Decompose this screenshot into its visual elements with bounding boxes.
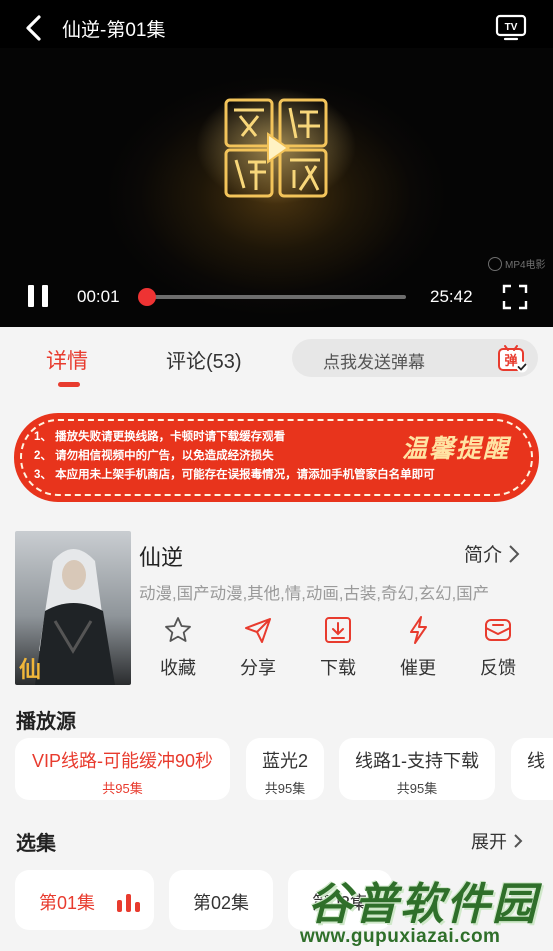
expand-button[interactable]: 展开 bbox=[471, 828, 523, 854]
expand-label: 展开 bbox=[471, 832, 507, 852]
site-watermark-name: 谷普软件园 bbox=[308, 880, 538, 929]
now-playing-icon bbox=[117, 894, 145, 912]
source-item[interactable]: VIP线路-可能缓冲90秒 共95集 bbox=[15, 738, 230, 800]
detail-tabs: 详情 评论(53) 点我发送弹幕 弹 bbox=[0, 327, 553, 401]
action-label: 分享 bbox=[240, 658, 276, 678]
notice-lines: 1、 播放失败请更换线路，卡顿时请下载缓存观看 2、 请勿相信视频中的广告，以免… bbox=[34, 428, 435, 485]
star-icon bbox=[165, 617, 191, 642]
action-label: 收藏 bbox=[160, 658, 196, 678]
player-topbar: 仙逆-第01集 TV bbox=[0, 0, 553, 56]
show-tags: 动漫,国产动漫,其他,情,动画,古装,奇幻,玄幻,国产 bbox=[139, 585, 490, 603]
tv-cast-icon[interactable]: TV bbox=[495, 13, 527, 43]
current-time: 00:01 bbox=[77, 287, 120, 306]
source-item[interactable]: 线 bbox=[511, 738, 553, 800]
video-player[interactable]: 仙逆-第01集 TV MP4电影 00:01 25:42 bbox=[0, 0, 553, 327]
source-item[interactable]: 线路1-支持下载 共95集 bbox=[339, 738, 495, 800]
share-icon bbox=[245, 618, 271, 643]
tab-comments[interactable]: 评论(53) bbox=[166, 345, 242, 374]
source-name: 线 bbox=[527, 751, 545, 771]
svg-text:仙: 仙 bbox=[19, 657, 41, 683]
show-title: 仙逆 bbox=[139, 545, 184, 570]
danmu-placeholder: 点我发送弹幕 bbox=[323, 353, 425, 372]
player-watermark: MP4电影 bbox=[488, 256, 546, 271]
notice-banner: 1、 播放失败请更换线路，卡顿时请下载缓存观看 2、 请勿相信视频中的广告，以免… bbox=[14, 413, 539, 502]
seek-thumb[interactable] bbox=[138, 288, 156, 306]
episode-label: 第02集 bbox=[193, 893, 250, 913]
source-name: 蓝光2 bbox=[261, 751, 308, 771]
show-info: 仙 仙逆 简介 动漫,国产动漫,其他,情,动画,古装,奇幻,玄幻,国产 收藏 分… bbox=[0, 517, 553, 693]
feedback-icon bbox=[485, 619, 511, 641]
notice-line: 1、 播放失败请更换线路，卡顿时请下载缓存观看 bbox=[34, 431, 286, 443]
favorite-button[interactable]: 收藏 bbox=[148, 615, 208, 680]
intro-button[interactable]: 简介 bbox=[464, 540, 520, 567]
notice-line: 3、 本应用未上架手机商店，可能存在误报毒情况，请添加手机管家白名单即可 bbox=[34, 469, 435, 481]
episode-item[interactable]: 第02集 bbox=[169, 870, 273, 930]
episodes-title: 选集 bbox=[16, 833, 56, 855]
source-name: 线路1-支持下载 bbox=[354, 751, 479, 771]
player-controls: 00:01 25:42 bbox=[0, 276, 553, 318]
total-time: 25:42 bbox=[430, 287, 473, 306]
source-name: VIP线路-可能缓冲90秒 bbox=[31, 751, 214, 771]
urge-update-button[interactable]: 催更 bbox=[388, 615, 448, 680]
sources-title: 播放源 bbox=[16, 711, 76, 733]
source-list: VIP线路-可能缓冲90秒 共95集 蓝光2 共95集 线路1-支持下载 共95… bbox=[0, 738, 553, 802]
action-label: 反馈 bbox=[480, 658, 516, 678]
danmu-toggle-icon[interactable]: 弹 bbox=[498, 345, 528, 373]
source-count: 共95集 bbox=[102, 781, 143, 796]
source-count: 共95集 bbox=[396, 781, 438, 796]
lightning-icon bbox=[410, 616, 427, 644]
notice-title: 温馨提醒 bbox=[402, 435, 511, 463]
watermark-logo-icon bbox=[488, 256, 502, 271]
seek-bar[interactable] bbox=[138, 288, 406, 306]
download-icon bbox=[325, 617, 351, 643]
share-button[interactable]: 分享 bbox=[228, 615, 288, 680]
source-count: 共95集 bbox=[264, 781, 306, 796]
video-title: 仙逆-第01集 bbox=[62, 20, 166, 41]
source-item[interactable]: 蓝光2 共95集 bbox=[246, 738, 324, 800]
danmu-input[interactable]: 点我发送弹幕 弹 bbox=[292, 339, 538, 377]
fullscreen-icon[interactable] bbox=[502, 284, 528, 310]
svg-text:TV: TV bbox=[505, 22, 518, 33]
video-logo bbox=[196, 86, 356, 206]
pause-icon[interactable] bbox=[28, 285, 48, 307]
site-watermark: 谷普软件园 www.gupuxiazai.com bbox=[300, 866, 553, 951]
danmu-icon-label: 弹 bbox=[504, 353, 517, 369]
action-label: 下载 bbox=[320, 658, 356, 678]
site-watermark-url: www.gupuxiazai.com bbox=[300, 926, 501, 947]
action-label: 催更 bbox=[400, 658, 436, 678]
download-button[interactable]: 下载 bbox=[308, 615, 368, 680]
episode-item[interactable]: 第01集 bbox=[15, 870, 154, 930]
episode-label: 第01集 bbox=[39, 893, 96, 913]
tab-details[interactable]: 详情 bbox=[46, 345, 88, 375]
chevron-right-icon bbox=[509, 544, 520, 563]
show-poster[interactable]: 仙 bbox=[15, 531, 131, 685]
notice-line: 2、 请勿相信视频中的广告，以免造成经济损失 bbox=[34, 450, 274, 462]
intro-label: 简介 bbox=[464, 545, 503, 566]
back-icon[interactable] bbox=[22, 14, 48, 42]
active-tab-indicator bbox=[58, 382, 80, 387]
feedback-button[interactable]: 反馈 bbox=[468, 615, 528, 680]
chevron-right-icon bbox=[514, 834, 523, 848]
